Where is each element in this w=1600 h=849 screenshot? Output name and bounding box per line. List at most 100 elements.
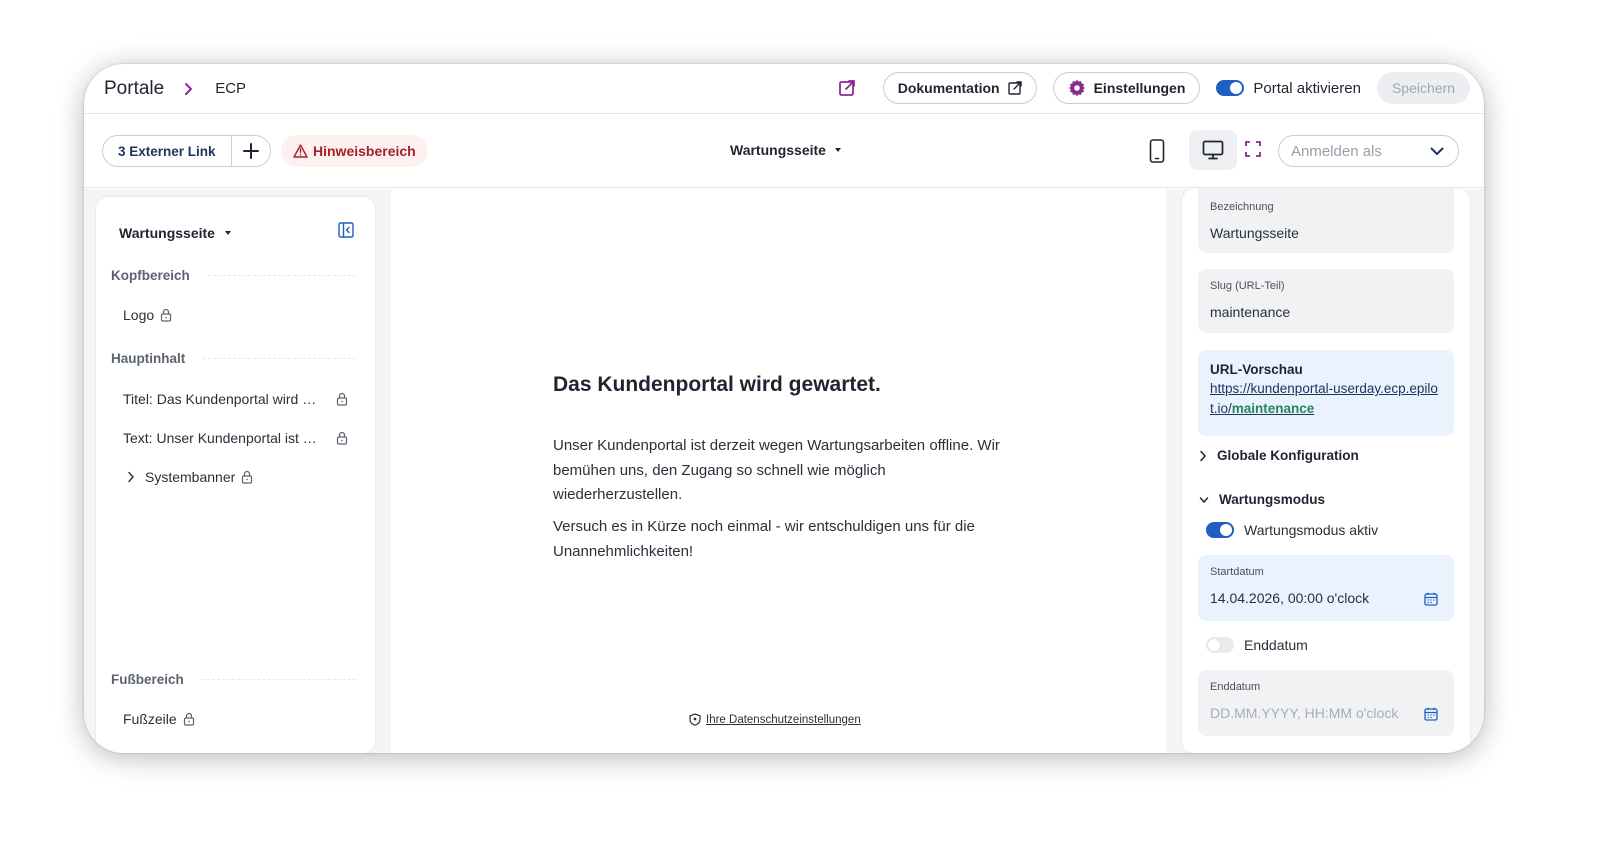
gear-icon: [1068, 79, 1085, 97]
save-button[interactable]: Speichern: [1376, 72, 1470, 104]
chevron-down-icon: [1199, 496, 1209, 503]
documentation-button[interactable]: Dokumentation: [882, 72, 1037, 104]
preview-paragraph[interactable]: Versuch es in Kürze noch einmal - wir en…: [553, 515, 1013, 564]
page-select-dropdown[interactable]: Wartungsseite: [730, 142, 841, 158]
structure-item-logo[interactable]: Logo: [123, 307, 348, 323]
structure-item-text[interactable]: Text: Unser Kundenportal ist derzeit weg…: [123, 430, 348, 446]
editor-toolbar: 3 Externer Link Hinweisbereich Wartungss…: [84, 114, 1484, 188]
chevron-right-icon[interactable]: [127, 471, 135, 483]
structure-item-label: Text: Unser Kundenportal ist derzeit weg…: [123, 430, 319, 446]
name-field[interactable]: Bezeichnung Wartungsseite: [1198, 189, 1454, 253]
collapse-sidebar-icon: [338, 222, 354, 238]
field-label: Enddatum: [1210, 681, 1261, 693]
lock-icon: [242, 470, 253, 484]
privacy-settings-link[interactable]: Ihre Datenschutzeinstellungen: [689, 713, 861, 726]
chevron-right-icon: [1200, 450, 1207, 461]
lock-icon: [161, 308, 172, 322]
fullscreen-button[interactable]: [1245, 141, 1261, 157]
accordion-label: Wartungsmodus: [1219, 492, 1325, 507]
chevron-down-icon: [1430, 147, 1444, 155]
open-external-button[interactable]: [835, 76, 859, 100]
breadcrumb-root[interactable]: Portale: [104, 78, 164, 100]
collapse-panel-button[interactable]: [337, 221, 355, 239]
caret-down-icon: [224, 231, 231, 235]
settings-label: Einstellungen: [1093, 80, 1186, 96]
structure-item-label: Fußzeile: [123, 711, 177, 727]
mobile-preview-button[interactable]: [1146, 137, 1168, 165]
smartphone-icon: [1149, 139, 1165, 163]
end-date-toggle[interactable]: [1206, 637, 1234, 653]
url-preview-link[interactable]: https://kundenportal-userday.ecp.epilot.…: [1210, 379, 1442, 419]
structure-panel: Wartungsseite Kopfbereich Logo Hauptinha…: [96, 197, 375, 753]
preview-heading[interactable]: Das Kundenportal wird gewartet.: [553, 373, 881, 397]
end-date-field[interactable]: Enddatum DD.MM.YYYY, HH:MM o'clock: [1198, 670, 1454, 736]
documentation-label: Dokumentation: [897, 80, 1000, 96]
structure-item-banner[interactable]: Systembanner: [123, 469, 348, 485]
field-value[interactable]: maintenance: [1210, 304, 1442, 320]
monitor-icon: [1202, 140, 1224, 160]
url-preview-label: URL-Vorschau: [1210, 362, 1303, 377]
login-as-placeholder: Anmelden als: [1291, 142, 1382, 160]
privacy-settings-label: Ihre Datenschutzeinstellungen: [706, 713, 861, 726]
hint-area-button[interactable]: Hinweisbereich: [281, 135, 428, 167]
warning-icon: [293, 144, 308, 158]
slug-field[interactable]: Slug (URL-Teil) maintenance: [1198, 269, 1454, 333]
breadcrumb-current: ECP: [215, 80, 247, 97]
external-link-icon: [838, 80, 855, 96]
portal-active-label: Portal aktivieren: [1253, 79, 1361, 97]
accordion-label: Globale Konfiguration: [1217, 448, 1359, 463]
external-link-icon: [1007, 81, 1022, 95]
desktop-preview-button[interactable]: [1189, 130, 1237, 170]
url-slug: maintenance: [1231, 401, 1315, 416]
editor-body: Wartungsseite Kopfbereich Logo Hauptinha…: [84, 189, 1484, 753]
external-link-button[interactable]: 3 Externer Link: [103, 136, 232, 166]
maintenance-active-label: Wartungsmodus aktiv: [1244, 522, 1379, 538]
portal-active-toggle[interactable]: [1216, 80, 1245, 96]
calendar-icon[interactable]: [1424, 707, 1438, 721]
field-label: Startdatum: [1210, 566, 1264, 578]
field-placeholder[interactable]: DD.MM.YYYY, HH:MM o'clock: [1210, 705, 1442, 721]
section-header-main: Hauptinhalt: [111, 351, 356, 366]
end-date-toggle-row: Enddatum: [1206, 637, 1324, 653]
top-bar: Portale ECP Dokumentation Einstellungen …: [84, 64, 1484, 114]
field-label: Slug (URL-Teil): [1210, 280, 1285, 292]
panel-page-title: Wartungsseite: [119, 225, 215, 241]
structure-item-label: Titel: Das Kundenportal wird gewartet.: [123, 391, 319, 407]
url-preview-box: URL-Vorschau https://kundenportal-userda…: [1198, 350, 1454, 436]
field-value[interactable]: Wartungsseite: [1210, 225, 1442, 241]
lock-icon: [183, 712, 194, 726]
global-config-accordion[interactable]: Globale Konfiguration: [1199, 448, 1359, 463]
lock-icon: [336, 392, 348, 406]
section-label: Fußbereich: [111, 672, 184, 687]
shield-icon: [689, 713, 701, 726]
fullscreen-icon: [1245, 141, 1261, 157]
structure-item-title[interactable]: Titel: Das Kundenportal wird gewartet.: [123, 391, 348, 407]
header-actions: Dokumentation Einstellungen Portal aktiv…: [835, 71, 1470, 105]
section-label: Hauptinhalt: [111, 351, 186, 366]
maintenance-mode-accordion[interactable]: Wartungsmodus: [1199, 492, 1325, 507]
structure-item-label: Systembanner: [145, 469, 236, 485]
end-date-toggle-label: Enddatum: [1244, 637, 1308, 653]
lock-icon: [336, 431, 348, 445]
preview-paragraph[interactable]: Unser Kundenportal ist derzeit wegen War…: [553, 434, 1013, 508]
panel-page-select[interactable]: Wartungsseite: [119, 225, 231, 241]
start-date-field[interactable]: Startdatum 14.04.2026, 00:00 o'clock: [1198, 555, 1454, 621]
caret-down-icon: [834, 148, 841, 152]
chevron-right-icon: [184, 82, 193, 96]
section-label: Kopfbereich: [111, 268, 190, 283]
add-link-button[interactable]: [232, 136, 270, 166]
field-label: Bezeichnung: [1210, 201, 1274, 213]
page-preview: Das Kundenportal wird gewartet. Unser Ku…: [391, 189, 1166, 753]
calendar-icon[interactable]: [1424, 592, 1438, 606]
page-select-label: Wartungsseite: [730, 142, 826, 158]
section-header-head: Kopfbereich: [111, 268, 356, 283]
structure-item-footer[interactable]: Fußzeile: [123, 711, 348, 727]
app-window: Portale ECP Dokumentation Einstellungen …: [84, 64, 1484, 753]
login-as-select[interactable]: Anmelden als: [1278, 135, 1459, 167]
maintenance-active-row: Wartungsmodus aktiv: [1206, 522, 1394, 538]
external-link-group: 3 Externer Link: [102, 135, 271, 167]
section-header-foot: Fußbereich: [111, 672, 356, 687]
maintenance-active-toggle[interactable]: [1206, 522, 1234, 538]
field-value[interactable]: 14.04.2026, 00:00 o'clock: [1210, 590, 1442, 606]
settings-button[interactable]: Einstellungen: [1052, 72, 1201, 104]
